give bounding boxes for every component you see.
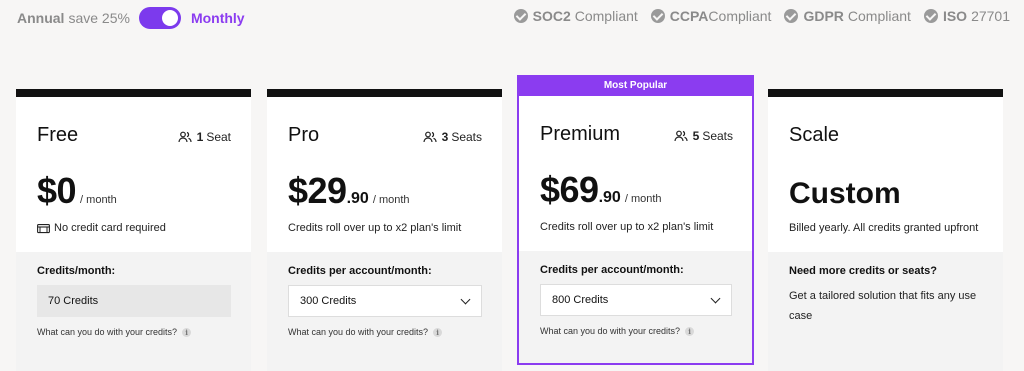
check-circle-icon (650, 9, 665, 23)
price-amount: $0 (37, 170, 77, 211)
info-icon[interactable]: i (685, 326, 695, 336)
compliance-badges: SOC2 Compliant CCPA Compliant GDPR Compl… (501, 8, 1010, 24)
plan-subtitle-text: Credits roll over up to x2 plan's limit (540, 221, 714, 233)
badge-name: SOC2 (532, 8, 571, 24)
badge-label: Compliant (847, 8, 911, 24)
seat-count: 3 Seats (423, 130, 482, 144)
plan-price: Custom (789, 177, 901, 210)
users-icon (178, 131, 192, 143)
credits-help-text[interactable]: What can you do with your credits? (288, 327, 428, 337)
credits-value-box: 70 Credits (37, 285, 231, 317)
badge-name: ISO (942, 8, 968, 24)
credits-help[interactable]: What can you do with your credits? i (37, 327, 192, 337)
plan-price: $69 .90 / month (540, 169, 662, 211)
billing-period-switch: Annual save 25% Monthly (17, 7, 245, 29)
badge-name: CCPA (669, 8, 709, 24)
price-amount: $29 (288, 170, 347, 211)
seat-count: 1 Seat (178, 130, 231, 144)
info-icon[interactable]: i (433, 327, 443, 337)
toggle-knob (161, 10, 178, 26)
plan-subtitle: Credits roll over up to x2 plan's limit (288, 222, 461, 234)
credit-card-icon (37, 223, 50, 233)
price-period: / month (80, 194, 117, 206)
monthly-label[interactable]: Monthly (191, 10, 245, 26)
seat-label: Seats (702, 129, 733, 143)
compliance-badge-soc2: SOC2 Compliant (513, 8, 638, 24)
plan-price: $0 / month (37, 170, 117, 212)
credits-section: Credits/month: 70 Credits What can you d… (16, 252, 251, 371)
credits-help-text[interactable]: What can you do with your credits? (540, 326, 680, 336)
plan-card-free: Free 1 Seat $0 / month No credit card re… (16, 89, 251, 371)
credits-selected-value: 800 Credits (552, 294, 609, 306)
seat-label: Seats (451, 130, 482, 144)
credits-select[interactable]: 300 Credits (288, 285, 482, 317)
credits-section: Credits per account/month: 800 Credits W… (519, 251, 752, 363)
plan-name: Scale (789, 124, 840, 146)
seat-number: 1 (196, 130, 204, 144)
credits-title: Need more credits or seats? (789, 265, 937, 277)
plan-card-premium: Most Popular Premium 5 Seats $69 .90 / m… (517, 75, 754, 365)
credits-selected-value: 300 Credits (300, 295, 357, 307)
credits-title: Credits per account/month: (540, 264, 684, 276)
check-circle-icon (784, 9, 799, 23)
badge-label: Compliant (708, 8, 772, 24)
users-icon (674, 130, 688, 142)
credits-help-text[interactable]: What can you do with your credits? (37, 327, 177, 337)
price-cents: .90 (598, 189, 621, 206)
plan-price: $29 .90 / month (288, 170, 410, 212)
seat-number: 3 (441, 130, 449, 144)
badge-name: GDPR (803, 8, 844, 24)
seat-label: Seat (206, 130, 231, 144)
badge-label: Compliant (574, 8, 638, 24)
billing-toggle[interactable] (138, 7, 181, 29)
credits-title: Credits per account/month: (288, 265, 432, 277)
plan-name: Premium (540, 123, 621, 145)
chevron-down-icon (710, 293, 721, 303)
seat-count: 5 Seats (674, 129, 733, 143)
check-circle-icon (923, 9, 938, 23)
chevron-down-icon (460, 294, 471, 304)
check-circle-icon (513, 9, 528, 23)
plan-name: Pro (288, 124, 320, 146)
compliance-badge-ccpa: CCPA Compliant (650, 8, 772, 24)
credits-section: Need more credits or seats? Get a tailor… (768, 252, 1003, 371)
plan-subtitle-text: Billed yearly. All credits granted upfro… (789, 222, 979, 234)
scale-description: Get a tailored solution that fits any us… (789, 290, 977, 322)
compliance-badge-iso: ISO 27701 (923, 8, 1010, 24)
most-popular-banner: Most Popular (519, 75, 752, 96)
plan-subtitle: No credit card required (37, 222, 166, 234)
plan-card-scale: Scale Custom Billed yearly. All credits … (768, 89, 1003, 371)
credits-help[interactable]: What can you do with your credits? i (540, 326, 695, 336)
badge-label: 27701 (971, 8, 1010, 24)
compliance-badge-gdpr: GDPR Compliant (784, 8, 911, 24)
plan-subtitle: Billed yearly. All credits granted upfro… (789, 222, 978, 234)
credits-select[interactable]: 800 Credits (540, 284, 732, 316)
annual-label[interactable]: Annual (17, 10, 64, 26)
users-icon (423, 131, 437, 143)
annual-discount-label: save 25% (68, 10, 130, 26)
price-cents: .90 (346, 190, 369, 207)
credits-section: Credits per account/month: 300 Credits W… (267, 252, 502, 371)
price-period: / month (624, 193, 662, 205)
price-amount: $69 (540, 169, 599, 210)
plan-subtitle-text: No credit card required (54, 222, 166, 234)
credits-help[interactable]: What can you do with your credits? i (288, 327, 443, 337)
plan-subtitle-text: Credits roll over up to x2 plan's limit (288, 222, 462, 234)
plan-subtitle: Credits roll over up to x2 plan's limit (540, 221, 713, 233)
plan-card-pro: Pro 3 Seats $29 .90 / month Credits roll… (267, 89, 502, 371)
price-period: / month (372, 194, 410, 206)
credits-value: 70 Credits (48, 295, 99, 307)
info-icon[interactable]: i (182, 327, 192, 337)
seat-number: 5 (692, 129, 700, 143)
credits-title: Credits/month: (37, 265, 116, 277)
plan-name: Free (37, 124, 79, 146)
